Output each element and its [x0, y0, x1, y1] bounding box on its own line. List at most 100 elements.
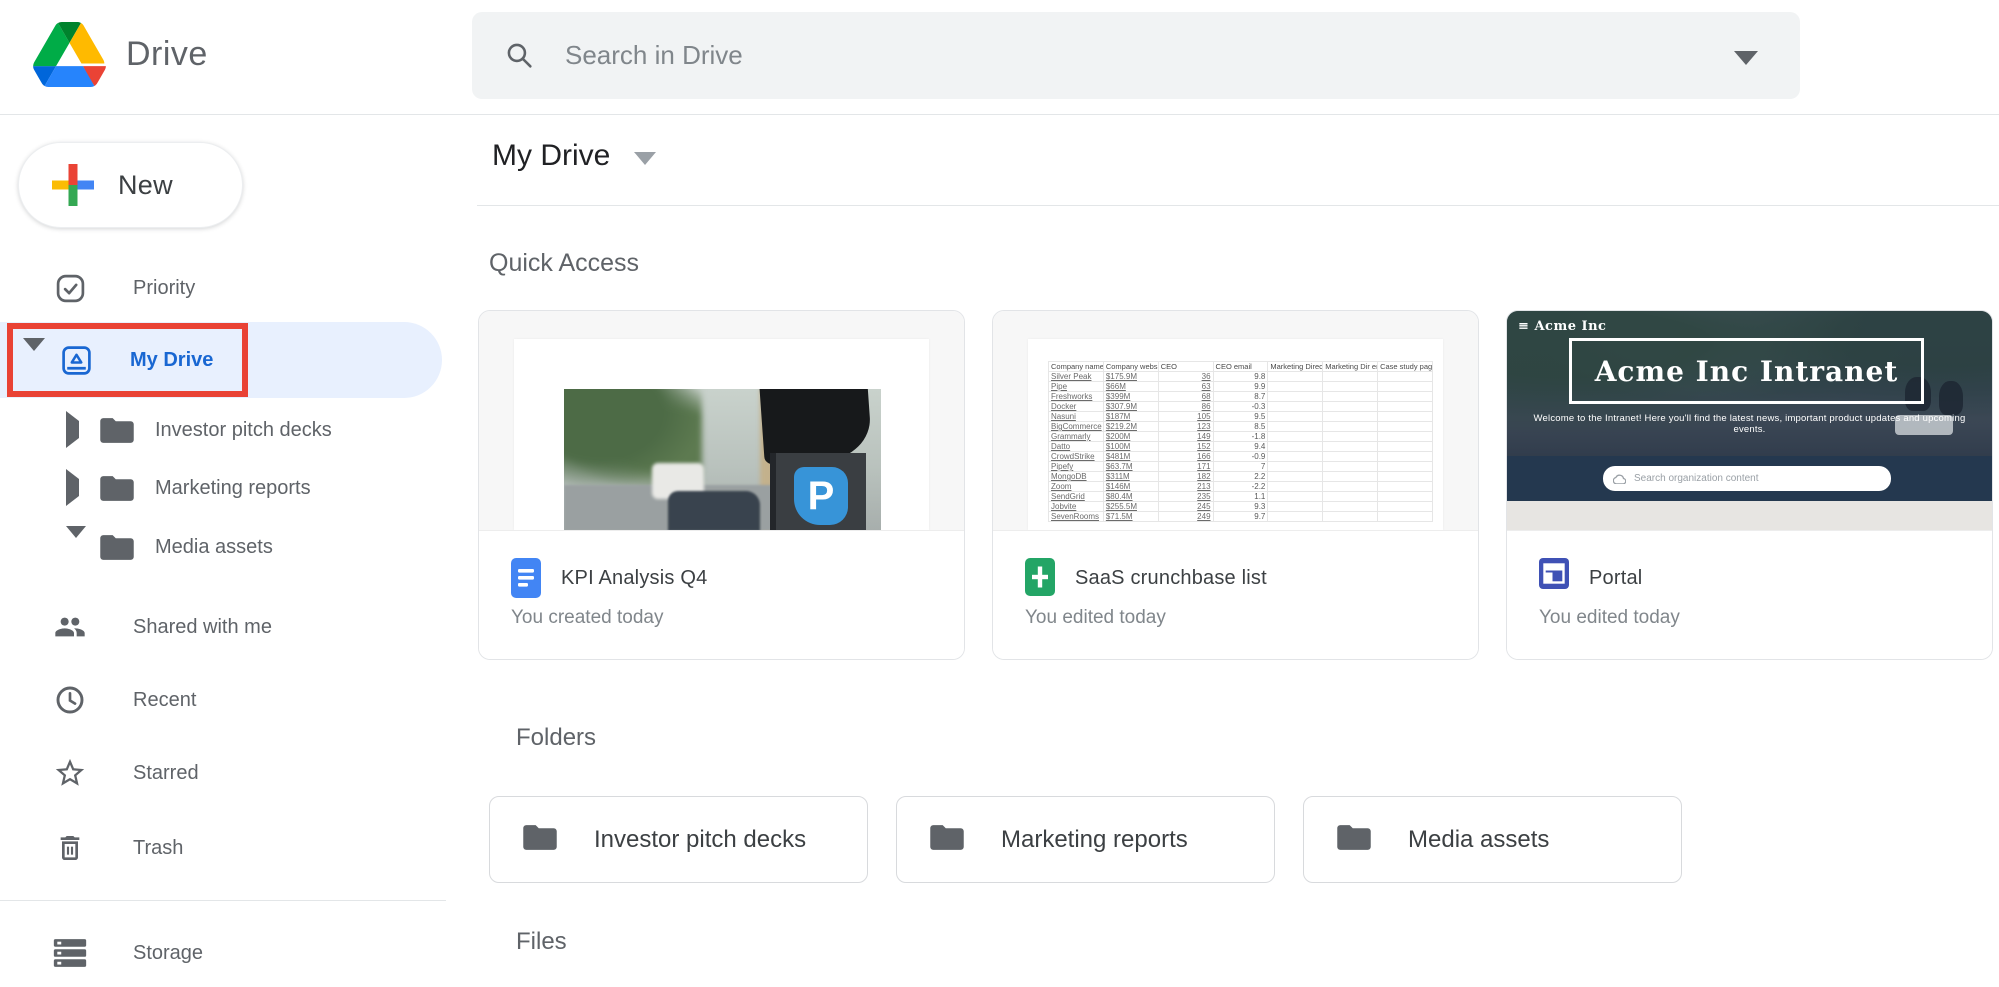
sidebar-item-label: Starred	[133, 762, 199, 785]
trash-icon	[50, 832, 90, 864]
folder-chip-media-assets[interactable]: Media assets	[1303, 796, 1682, 883]
folders-heading: Folders	[516, 724, 596, 752]
spreadsheet-col-header: CEO email	[1213, 362, 1268, 372]
sidebar-item-investor-pitch-decks[interactable]: Investor pitch decks	[0, 401, 446, 459]
people-icon	[50, 611, 90, 643]
folder-chip-label: Media assets	[1408, 826, 1549, 854]
folder-icon	[97, 473, 137, 504]
google-sheets-icon	[1025, 558, 1055, 601]
new-button[interactable]: New	[18, 142, 243, 228]
search-input[interactable]: Search in Drive	[472, 12, 1800, 99]
sidebar-item-label: Marketing reports	[155, 477, 311, 500]
spreadsheet-row: Grammarly$200M149-1.8	[1049, 432, 1433, 442]
sidebar-item-label: Trash	[133, 837, 183, 860]
google-drive-screen: Drive Search in Drive New	[0, 0, 1999, 987]
my-drive-icon	[56, 344, 96, 377]
spreadsheet-row: Datto$100M1529.4	[1049, 442, 1433, 452]
site-navy-bar: Search organization content	[1507, 456, 1992, 501]
sidebar-item-shared-with-me[interactable]: Shared with me	[0, 591, 446, 663]
sidebar-item-label: Recent	[133, 689, 196, 712]
spreadsheet-thumb-table: Company nameCompany websitCEOCEO emailMa…	[1048, 361, 1433, 522]
sidebar: New Priority My Drive Investor pitch dec…	[0, 116, 446, 987]
spreadsheet-row: Pipe$66M639.9	[1049, 382, 1433, 392]
site-gray-band	[1507, 501, 1992, 531]
sidebar-item-media-assets[interactable]: Media assets	[0, 518, 446, 576]
sidebar-item-marketing-reports[interactable]: Marketing reports	[0, 459, 446, 517]
card-subtitle: You edited today	[1025, 607, 1166, 629]
site-brand: ≡ Acme Inc	[1518, 319, 1606, 334]
quick-access-card-portal[interactable]: ≡ Acme Inc Acme Inc Intranet Welcome to …	[1506, 310, 1993, 660]
sidebar-item-label: My Drive	[130, 349, 213, 372]
sheet-page: Company nameCompany websitCEOCEO emailMa…	[1028, 339, 1443, 530]
clock-icon	[50, 684, 90, 716]
folder-icon	[521, 822, 559, 858]
expand-caret-icon[interactable]	[66, 479, 79, 497]
google-sites-icon	[1539, 558, 1569, 594]
site-hero-image: ≡ Acme Inc Acme Inc Intranet Welcome to …	[1507, 311, 1992, 456]
page-title-chevron-down-icon[interactable]	[634, 152, 656, 165]
sidebar-item-trash[interactable]: Trash	[0, 812, 446, 884]
search-icon	[504, 40, 535, 71]
parking-p-badge: P	[794, 467, 848, 525]
sidebar-item-storage[interactable]: Storage	[0, 917, 446, 987]
spreadsheet-col-header: Case study page?	[1378, 362, 1433, 372]
spreadsheet-row: Zoom$146M213-2.2	[1049, 482, 1433, 492]
spreadsheet-row: MongoDB$311M1822.2	[1049, 472, 1433, 482]
site-welcome-text: Welcome to the Intranet! Here you'll fin…	[1523, 413, 1976, 435]
card-footer: SaaS crunchbase list You edited today	[993, 531, 1478, 660]
site-title: Acme Inc Intranet	[1595, 355, 1899, 388]
card-subtitle: You edited today	[1539, 607, 1680, 629]
drive-logo[interactable]: Drive	[33, 22, 208, 87]
sidebar-item-label: Priority	[133, 277, 195, 300]
sidebar-item-recent[interactable]: Recent	[0, 664, 446, 736]
folder-icon	[1335, 822, 1373, 858]
drive-logo-icon	[33, 22, 106, 87]
hamburger-icon: ≡	[1518, 319, 1529, 334]
expand-caret-icon[interactable]	[66, 421, 79, 439]
spreadsheet-row: Jobvite$255.5M2459.3	[1049, 502, 1433, 512]
folder-icon	[928, 822, 966, 858]
priority-icon	[50, 273, 90, 304]
google-docs-icon	[511, 558, 541, 603]
sidebar-item-my-drive[interactable]: My Drive	[0, 322, 446, 398]
spreadsheet-row: SendGrid$80.4M2351.1	[1049, 492, 1433, 502]
page-title: My Drive	[492, 139, 610, 173]
doc-thumbnail: P	[479, 311, 964, 531]
parking-meter-photo: P	[564, 389, 881, 531]
folder-chip-investor-pitch-decks[interactable]: Investor pitch decks	[489, 796, 868, 883]
spreadsheet-row: Docker$307.9M86-0.3	[1049, 402, 1433, 412]
site-thumbnail: ≡ Acme Inc Acme Inc Intranet Welcome to …	[1507, 311, 1992, 531]
spreadsheet-row: Silver Peak$175.9M369.8	[1049, 372, 1433, 382]
site-search-input: Search organization content	[1603, 466, 1891, 491]
sidebar-item-starred[interactable]: Starred	[0, 737, 446, 809]
quick-access-card-kpi-analysis[interactable]: P KPI Analysis Q4 You created today	[478, 310, 965, 660]
card-footer: KPI Analysis Q4 You created today	[479, 531, 964, 660]
folder-chip-marketing-reports[interactable]: Marketing reports	[896, 796, 1275, 883]
spreadsheet-row: Nasuni$187M1059.5	[1049, 412, 1433, 422]
site-search-placeholder: Search organization content	[1634, 473, 1759, 484]
folder-icon	[97, 415, 137, 446]
card-footer: Portal You edited today	[1507, 531, 1992, 660]
spreadsheet-col-header: Company name	[1049, 362, 1104, 372]
spreadsheet-col-header: Marketing Direct	[1268, 362, 1323, 372]
cloud-icon	[1613, 474, 1626, 484]
spreadsheet-col-header: Company websit	[1103, 362, 1158, 372]
spreadsheet-col-header: Marketing Dir em	[1323, 362, 1378, 372]
sidebar-item-priority[interactable]: Priority	[0, 252, 446, 324]
spreadsheet-header-row: Company nameCompany websitCEOCEO emailMa…	[1049, 362, 1433, 372]
folder-chip-label: Investor pitch decks	[594, 826, 806, 854]
sidebar-item-label: Media assets	[155, 536, 273, 559]
search-options-chevron-down-icon[interactable]	[1734, 51, 1758, 65]
spreadsheet-row: Pipefy$63.7M1717	[1049, 462, 1433, 472]
sidebar-divider	[0, 900, 446, 901]
card-title: Portal	[1589, 558, 1642, 598]
quick-access-heading: Quick Access	[489, 249, 639, 278]
card-title: KPI Analysis Q4	[561, 558, 707, 598]
my-drive-expand-caret-icon[interactable]	[23, 351, 45, 369]
quick-access-card-saas-crunchbase[interactable]: Company nameCompany websitCEOCEO emailMa…	[992, 310, 1479, 660]
top-bar: Drive Search in Drive	[0, 0, 1999, 115]
content-divider	[477, 205, 1999, 206]
collapse-caret-icon[interactable]	[66, 538, 86, 556]
folder-chip-label: Marketing reports	[1001, 826, 1188, 854]
star-icon	[50, 756, 90, 790]
